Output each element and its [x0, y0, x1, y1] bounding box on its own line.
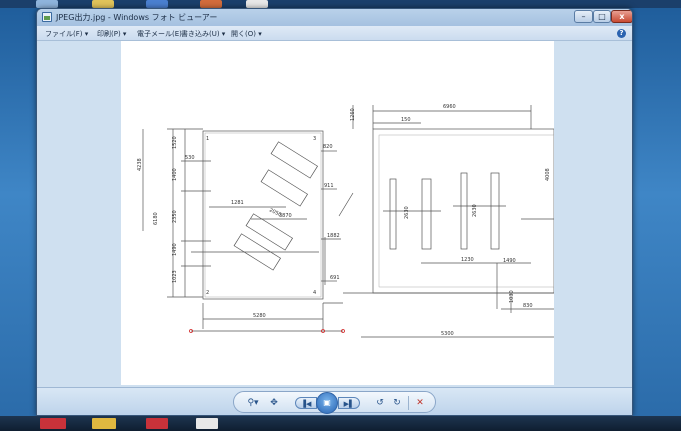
menu-print[interactable]: 印刷(P) ▾ — [97, 29, 126, 39]
taskbar-button[interactable] — [40, 418, 66, 429]
grid-marker: 1 — [206, 136, 209, 142]
viewer-toolbar: ⚲▾ ✥ ▐◀ ▣ ▶▌ ↺ ↻ ✕ — [37, 387, 632, 415]
dim-label: 5300 — [441, 331, 454, 337]
rotate-clockwise-icon[interactable]: ↻ — [391, 397, 403, 409]
dim-label: 4008 — [545, 168, 551, 181]
dim-label: 830 — [523, 303, 533, 309]
dim-label: 1882 — [327, 233, 340, 239]
dim-label: 2630 — [472, 204, 478, 217]
close-button[interactable]: x — [611, 10, 632, 23]
slideshow-icon[interactable]: ▣ — [316, 392, 338, 414]
window-title: JPEG出力.jpg - Windows フォト ビューアー — [56, 13, 218, 22]
dim-label: 1490 — [503, 258, 516, 264]
desktop-icon[interactable] — [92, 0, 114, 8]
desktop-icon[interactable] — [200, 0, 222, 8]
magnifier-icon[interactable]: ⚲▾ — [244, 397, 262, 409]
toolbar-controls: ⚲▾ ✥ ▐◀ ▣ ▶▌ ↺ ↻ ✕ — [233, 391, 436, 414]
dim-label: 820 — [323, 144, 333, 150]
grid-marker: 3 — [313, 136, 316, 142]
taskbar-button[interactable] — [92, 418, 116, 429]
title-bar[interactable]: JPEG出力.jpg - Windows フォト ビューアー – □ x — [37, 9, 632, 26]
dim-label: 530 — [185, 155, 195, 161]
menu-email[interactable]: 電子メール(E) — [137, 29, 182, 39]
tilted-part — [260, 169, 309, 207]
dim-label: 1030 — [509, 290, 515, 303]
delete-icon[interactable]: ✕ — [414, 397, 426, 409]
dim-label: 2630 — [404, 206, 410, 219]
dim-label: 6960 — [443, 104, 456, 110]
dim-label: 911 — [324, 183, 334, 189]
photo-viewer-icon — [42, 12, 52, 22]
menu-open[interactable]: 開く(O) ▾ — [231, 29, 262, 39]
dim-label: 691 — [330, 275, 340, 281]
next-icon[interactable]: ▶▌ — [338, 397, 360, 409]
help-icon[interactable]: ? — [617, 29, 626, 38]
minimize-button[interactable]: – — [574, 10, 593, 23]
tilted-part — [270, 141, 319, 179]
menu-burn[interactable]: 書き込み(U) ▾ — [181, 29, 225, 39]
grid-marker: 4 — [313, 290, 316, 296]
dim-label: 4238 — [137, 158, 143, 171]
grid-marker: 2 — [206, 290, 209, 296]
dim-label: 6180 — [153, 212, 159, 225]
vertical-part — [490, 172, 500, 250]
toolbar-separator — [408, 396, 410, 410]
taskbar-button[interactable] — [196, 418, 218, 429]
previous-icon[interactable]: ▐◀ — [295, 397, 317, 409]
vertical-part — [389, 178, 397, 250]
cad-drawing: 1520 530 1400 2350 1490 1023 5280 1281 3… — [137, 104, 554, 338]
desktop-icon[interactable] — [146, 0, 168, 8]
room-outline — [202, 130, 324, 300]
dim-label: 1230 — [461, 257, 474, 263]
photo-viewer-window: JPEG出力.jpg - Windows フォト ビューアー – □ x ファイ… — [36, 8, 633, 416]
dim-label: 2350 — [172, 210, 178, 223]
taskbar — [0, 416, 681, 431]
vertical-part — [460, 172, 468, 250]
dim-label: 2050 — [268, 207, 282, 218]
displayed-image: 1520 530 1400 2350 1490 1023 5280 1281 3… — [121, 41, 554, 385]
menu-file[interactable]: ファイル(F) ▾ — [45, 29, 88, 39]
maximize-button[interactable]: □ — [593, 10, 611, 23]
dim-label: 1023 — [172, 270, 178, 283]
taskbar-button[interactable] — [146, 418, 168, 429]
dim-label: 1400 — [172, 168, 178, 181]
dim-label: 5280 — [253, 313, 266, 319]
dim-label: 1281 — [231, 200, 244, 206]
dim-label: 1520 — [172, 136, 178, 149]
dim-label: 1260 — [350, 108, 356, 121]
dim-label: 1490 — [172, 243, 178, 256]
dimension-line — [338, 192, 354, 217]
desktop-icon[interactable] — [36, 0, 58, 8]
actual-size-icon[interactable]: ✥ — [267, 397, 281, 409]
vertical-part — [421, 178, 432, 250]
rotate-counterclockwise-icon[interactable]: ↺ — [374, 397, 386, 409]
command-bar: ファイル(F) ▾ 印刷(P) ▾ 電子メール(E) 書き込み(U) ▾ 開く(… — [37, 26, 632, 41]
dim-label: 150 — [401, 117, 411, 123]
desktop-icon[interactable] — [246, 0, 268, 8]
image-viewport[interactable]: 1520 530 1400 2350 1490 1023 5280 1281 3… — [41, 41, 628, 387]
